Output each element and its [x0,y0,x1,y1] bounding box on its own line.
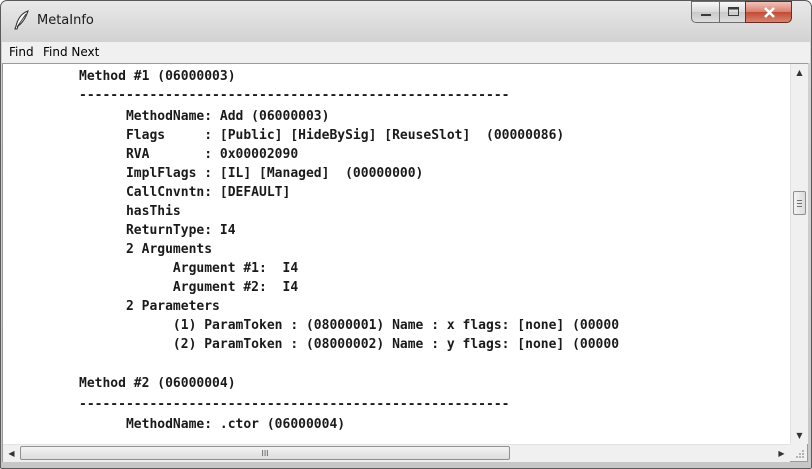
resize-grip-icon [796,450,804,458]
menu-find[interactable]: Find [9,45,34,59]
text-line: (2) ParamToken : (08000002) Name : y fla… [79,337,620,352]
vertical-scrollbar[interactable]: ▲ ▼ [790,64,808,444]
text-line: Argument #1: I4 [79,261,299,276]
triangle-up-icon: ▲ [796,68,803,77]
minimize-button[interactable] [691,1,720,23]
text-line: ----------------------------------------… [79,88,510,103]
metadata-view[interactable]: Method #1 (06000003) -------------------… [2,63,808,462]
text-line: Method #2 (06000004) [79,376,236,391]
close-icon [764,7,775,18]
feather-icon [14,10,29,30]
text-line: hasThis [79,204,181,219]
text-line: Method #1 (06000003) [79,69,236,84]
grip-icon: III [261,448,269,458]
maximize-icon [728,7,739,16]
metainfo-window: MetaInfo Find Find Next Method #1 (06000… [0,0,812,469]
text-line: MethodName: Add (06000003) [79,109,330,124]
horizontal-scroll-thumb[interactable]: III [20,446,510,460]
menu-bar: Find Find Next [2,42,810,64]
text-line: MethodName: .ctor (06000004) [79,417,346,432]
text-line: CallCnvntn: [DEFAULT] [79,185,291,200]
triangle-right-icon: ▶ [778,449,785,458]
grip-icon [797,203,802,204]
metadata-text[interactable]: Method #1 (06000003) -------------------… [3,64,790,444]
scroll-up-button[interactable]: ▲ [791,64,808,81]
text-line: ImplFlags : [IL] [Managed] (00000000) [79,166,424,181]
title-bar[interactable]: MetaInfo [1,1,811,42]
triangle-left-icon: ◀ [8,449,15,458]
menu-find-next[interactable]: Find Next [43,45,99,59]
close-button[interactable] [745,1,792,23]
maximize-button[interactable] [719,1,746,23]
scroll-left-button[interactable]: ◀ [3,445,20,462]
grip-icon [797,206,802,207]
text-line: RVA : 0x00002090 [79,147,299,162]
size-grip[interactable] [790,444,807,461]
triangle-down-icon: ▼ [796,431,803,440]
minimize-icon [701,14,711,16]
text-line: Argument #2: I4 [79,280,299,295]
scroll-right-button[interactable]: ▶ [773,445,790,462]
grip-icon [797,200,802,201]
text-line: 2 Arguments [79,242,213,257]
text-line: ----------------------------------------… [79,397,510,412]
text-line: 2 Parameters [79,299,220,314]
horizontal-scrollbar[interactable]: ◀ III ▶ [3,444,790,462]
text-line: (1) ParamToken : (08000001) Name : x fla… [79,318,620,333]
vertical-scroll-thumb[interactable] [793,191,806,215]
text-line: Flags : [Public] [HideBySig] [ReuseSlot]… [79,128,565,143]
text-line: ReturnType: I4 [79,223,236,238]
scroll-down-button[interactable]: ▼ [791,427,808,444]
window-title: MetaInfo [37,13,94,28]
